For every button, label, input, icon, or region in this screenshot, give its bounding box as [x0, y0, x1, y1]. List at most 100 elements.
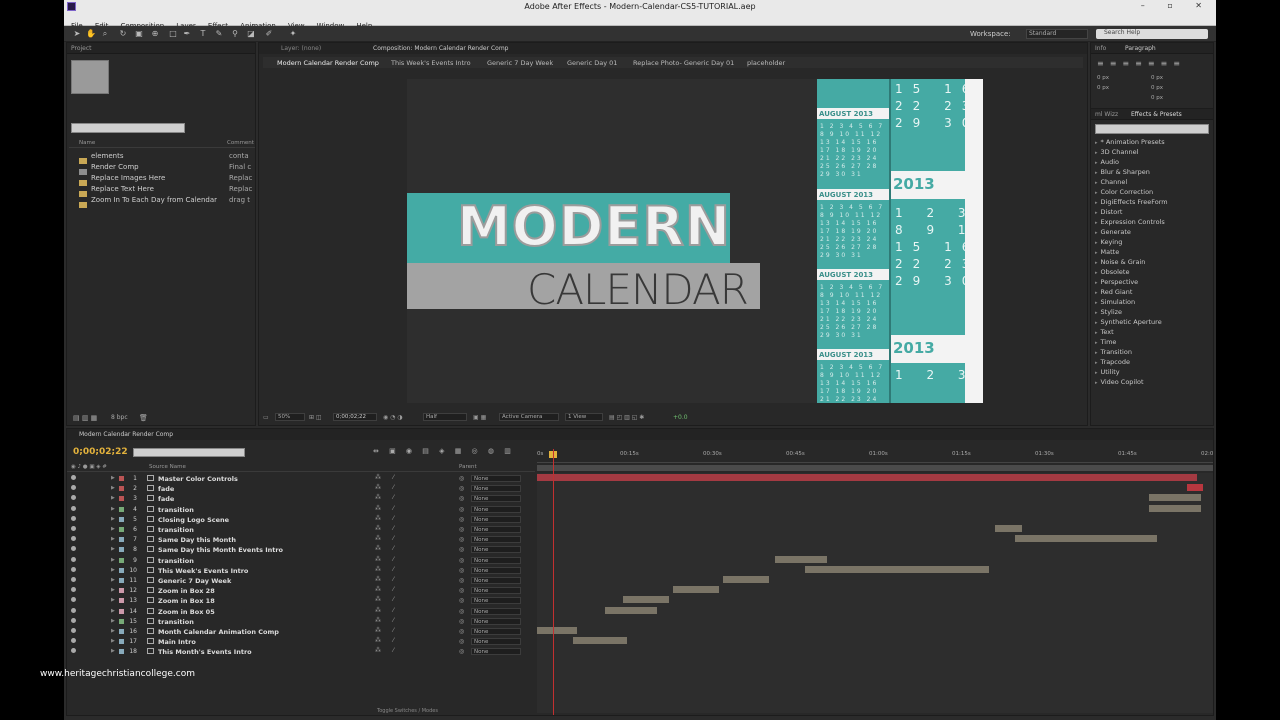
expand-triangle-icon[interactable]: ▶	[111, 587, 115, 593]
expand-triangle-icon[interactable]: ▶	[111, 485, 115, 491]
composition-canvas[interactable]: MODERN CALENDAR	[407, 79, 817, 403]
pick-whip-icon[interactable]: ◎	[459, 495, 464, 502]
parent-dropdown[interactable]: None	[471, 587, 521, 595]
parent-dropdown[interactable]: None	[471, 485, 521, 493]
label-color-swatch[interactable]	[119, 618, 124, 624]
search-help-input[interactable]: Search Help	[1096, 29, 1208, 39]
layer-switches[interactable]: ⁂ ⁄	[375, 617, 399, 624]
parent-dropdown[interactable]: None	[471, 577, 521, 584]
layer-switches[interactable]: ⁂ ⁄	[375, 545, 399, 552]
visibility-eye-icon[interactable]	[71, 587, 76, 593]
visibility-eye-icon[interactable]	[71, 607, 76, 613]
exposure-value[interactable]: +0.0	[673, 414, 688, 421]
pick-whip-icon[interactable]: ◎	[459, 485, 464, 492]
visibility-eye-icon[interactable]	[71, 617, 76, 623]
layer-switches[interactable]: ⁂ ⁄	[375, 566, 399, 573]
layer-name[interactable]: Generic 7 Day Week	[158, 577, 231, 585]
layer-switches[interactable]: ⁂ ⁄	[375, 576, 399, 583]
label-color-swatch[interactable]	[119, 557, 124, 563]
layer-switches[interactable]: ⁂ ⁄	[375, 607, 399, 614]
expand-triangle-icon[interactable]: ▶	[111, 567, 115, 573]
layer-switches[interactable]: ⁂ ⁄	[375, 494, 399, 501]
parent-dropdown[interactable]: None	[471, 607, 521, 615]
label-color-swatch[interactable]	[119, 578, 124, 583]
paragraph-align-icons[interactable]: ≡≡≡≡≡≡≡	[1097, 59, 1186, 68]
visibility-eye-icon[interactable]	[71, 638, 76, 644]
layer-name[interactable]: fade	[158, 485, 174, 493]
layer-name[interactable]: Month Calendar Animation Comp	[158, 628, 279, 636]
visibility-eye-icon[interactable]	[71, 546, 76, 552]
layer-name[interactable]: Master Color Controls	[158, 475, 238, 483]
fx-category[interactable]: Stylize	[1095, 308, 1123, 316]
pan-behind-tool-icon[interactable]: ⊕	[150, 29, 160, 39]
layer-row[interactable]: ▶ 8 Same Day this Month Events Intro ⁂ ⁄ ◎ No…	[67, 545, 535, 555]
expand-triangle-icon[interactable]: ▶	[111, 536, 115, 542]
toggle-switches-modes[interactable]: Toggle Switches / Modes	[377, 708, 438, 714]
window-controls[interactable]: – ▫ ✕	[1141, 1, 1212, 10]
label-color-swatch[interactable]	[119, 608, 124, 614]
project-item-replace-images[interactable]: Replace Images Here Replac	[69, 172, 255, 186]
layer-row[interactable]: ▶ 15 transition ⁂ ⁄ ◎ None	[67, 617, 535, 627]
layer-duration-bar[interactable]	[995, 525, 1022, 532]
fx-category[interactable]: Matte	[1095, 248, 1120, 256]
fx-category[interactable]: Synthetic Aperture	[1095, 318, 1162, 326]
label-color-swatch[interactable]	[119, 649, 124, 655]
fx-category[interactable]: Expression Controls	[1095, 218, 1165, 226]
layer-row[interactable]: ▶ 14 Zoom in Box 05 ⁂ ⁄ ◎ None	[67, 607, 535, 617]
fx-category[interactable]: Simulation	[1095, 298, 1136, 306]
parent-dropdown[interactable]: None	[471, 566, 521, 574]
pick-whip-icon[interactable]: ◎	[459, 567, 464, 574]
fx-category[interactable]: Perspective	[1095, 278, 1139, 286]
hand-tool-icon[interactable]: ✋	[86, 29, 96, 39]
parent-dropdown[interactable]: None	[471, 617, 521, 625]
source-name-header[interactable]: Source Name	[149, 464, 186, 470]
fx-category[interactable]: Noise & Grain	[1095, 258, 1146, 266]
space-after-value[interactable]: 0 px	[1151, 95, 1163, 101]
pick-whip-icon[interactable]: ◎	[459, 608, 464, 615]
magnification-dropdown[interactable]: 50%	[275, 413, 305, 421]
project-item-render-comp[interactable]: Render Comp Final c	[69, 161, 255, 175]
pick-whip-icon[interactable]: ◎	[459, 475, 464, 482]
comment-column-header[interactable]: Comment	[227, 140, 254, 146]
puppet-tool-icon[interactable]: ✦	[288, 29, 298, 39]
layer-row[interactable]: ▶ 12 Zoom in Box 28 ⁂ ⁄ ◎ None	[67, 586, 535, 596]
interpret-footage-icon[interactable]: ▤ ▥ ▦	[73, 414, 97, 422]
fx-category[interactable]: Utility	[1095, 368, 1120, 376]
layer-duration-bar[interactable]	[537, 627, 577, 634]
parent-dropdown[interactable]: None	[471, 556, 521, 564]
fx-category[interactable]: Time	[1095, 338, 1117, 346]
visibility-eye-icon[interactable]	[71, 577, 76, 582]
fx-category[interactable]: Generate	[1095, 228, 1131, 236]
timeline-timecode[interactable]: 0;00;02;22	[73, 447, 128, 457]
layer-name[interactable]: fade	[158, 495, 174, 503]
zoom-tool-icon[interactable]: ⌕	[100, 29, 110, 39]
view-layout-dropdown[interactable]: 1 View	[565, 413, 603, 421]
info-tab[interactable]: Info	[1095, 45, 1106, 52]
label-color-swatch[interactable]	[119, 567, 124, 573]
layer-switches[interactable]: ⁂ ⁄	[375, 556, 399, 563]
pick-whip-icon[interactable]: ◎	[459, 587, 464, 594]
wiggle-tab[interactable]: ml Wizz	[1095, 111, 1118, 118]
layer-duration-bar[interactable]	[1149, 504, 1201, 512]
label-color-swatch[interactable]	[119, 537, 124, 543]
project-search-input[interactable]	[71, 123, 185, 133]
visibility-eye-icon[interactable]	[71, 648, 76, 654]
label-color-swatch[interactable]	[119, 598, 124, 604]
parent-dropdown[interactable]: None	[471, 638, 521, 646]
visibility-eye-icon[interactable]	[71, 515, 76, 521]
visibility-eye-icon[interactable]	[71, 526, 76, 531]
label-color-swatch[interactable]	[119, 588, 124, 594]
layer-row[interactable]: ▶ 17 Main Intro ⁂ ⁄ ◎ None	[67, 637, 535, 647]
layer-name[interactable]: Zoom in Box 28	[158, 587, 215, 595]
effects-search-input[interactable]	[1095, 124, 1209, 134]
expand-triangle-icon[interactable]: ▶	[111, 526, 115, 532]
timeline-comp-tab[interactable]: Modern Calendar Render Comp	[79, 431, 173, 438]
pick-whip-icon[interactable]: ◎	[459, 577, 464, 584]
region-of-interest-icon[interactable]: ▣ ▦	[473, 414, 486, 421]
crumb-replace-photo[interactable]: Replace Photo- Generic Day 01	[633, 59, 734, 67]
expand-triangle-icon[interactable]: ▶	[111, 577, 115, 583]
visibility-eye-icon[interactable]	[71, 597, 76, 603]
layer-switches[interactable]: ⁂ ⁄	[375, 484, 399, 491]
layer-duration-bar[interactable]	[1149, 494, 1201, 502]
crumb-generic-day[interactable]: Generic Day 01	[567, 59, 617, 67]
